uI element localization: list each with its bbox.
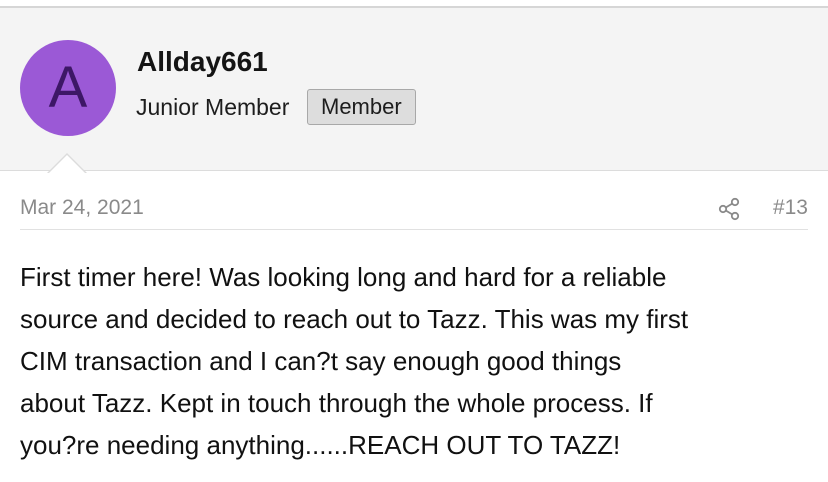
avatar[interactable]: A [20, 40, 116, 136]
post-body-line: First timer here! Was looking long and h… [20, 262, 667, 292]
post-body: First timer here! Was looking long and h… [20, 256, 810, 466]
top-divider [0, 0, 828, 8]
post-number-link[interactable]: #13 [773, 196, 808, 220]
user-header: A Allday661 Junior Member Member [0, 8, 828, 171]
user-title: Junior Member [136, 94, 290, 120]
post-body-line: you?re needing anything......REACH OUT T… [20, 430, 621, 460]
header-pointer-inner [48, 155, 86, 174]
share-icon[interactable] [717, 197, 741, 221]
post-meta: Mar 24, 2021 #13 [20, 194, 808, 230]
post-body-line: source and decided to reach out to Tazz.… [20, 304, 689, 334]
user-badge: Member [307, 89, 416, 125]
post-body-line: about Tazz. Kept in touch through the wh… [20, 388, 653, 418]
username-link[interactable]: Allday661 [137, 46, 268, 78]
post-body-line: CIM transaction and I can?t say enough g… [20, 346, 622, 376]
post-date[interactable]: Mar 24, 2021 [20, 196, 144, 220]
